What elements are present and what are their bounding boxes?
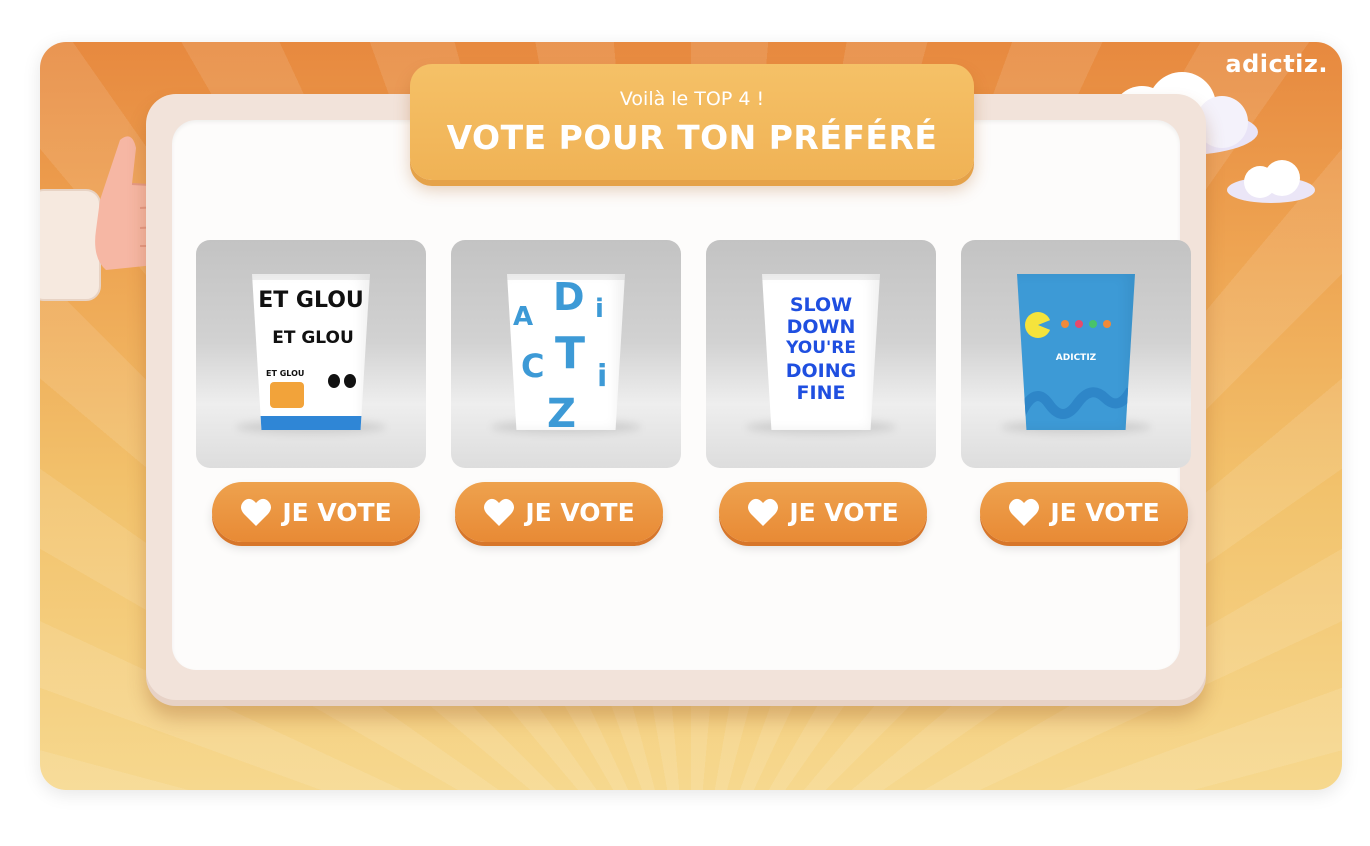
candidate-card-1[interactable]: ET GLOU ET GLOU ET GLOU (196, 240, 426, 468)
candidate-card-4[interactable]: ADICTIZ (961, 240, 1191, 468)
cup-text: ET GLOU (272, 328, 354, 348)
cup-text: ADICTIZ (1055, 353, 1097, 363)
vote-button-label: JE VOTE (282, 497, 392, 527)
cup-text: DOWN (786, 316, 856, 338)
cup-text: D (553, 275, 585, 319)
vote-button-4[interactable]: JE VOTE (980, 482, 1188, 542)
vote-button-1[interactable]: JE VOTE (212, 482, 420, 542)
cloud-icon (1227, 160, 1315, 203)
cup-text: i (597, 359, 608, 394)
vote-button-label: JE VOTE (789, 497, 899, 527)
heart-icon (748, 498, 779, 526)
cup-text: T (555, 328, 586, 379)
heart-icon (241, 498, 272, 526)
cup-text: SLOW (789, 294, 853, 316)
vote-button-2[interactable]: JE VOTE (455, 482, 663, 542)
candidate-card-2[interactable]: A D i C T i Z (451, 240, 681, 468)
cup-image: SLOW DOWN YOU'RE DOING FINE (762, 274, 880, 430)
cup-text: YOU'RE (786, 338, 856, 358)
cup-image: A D i C T i Z (507, 274, 625, 430)
header-banner: Voilà le TOP 4 ! VOTE POUR TON PRÉFÉRÉ (410, 64, 974, 180)
header-title: VOTE POUR TON PRÉFÉRÉ (446, 118, 938, 157)
cup-text: Z (547, 391, 577, 437)
heart-icon (1009, 498, 1040, 526)
vote-button-label: JE VOTE (1050, 497, 1160, 527)
cup-image: ADICTIZ (1017, 274, 1135, 430)
vote-button-3[interactable]: JE VOTE (719, 482, 927, 542)
cup-text: i (595, 294, 604, 324)
candidate-card-3[interactable]: SLOW DOWN YOU'RE DOING FINE (706, 240, 936, 468)
vote-button-label: JE VOTE (525, 497, 635, 527)
cup-text: ET GLOU (258, 288, 364, 313)
cup-text: C (521, 347, 545, 385)
cup-image: ET GLOU ET GLOU ET GLOU (252, 274, 370, 430)
cup-text: A (513, 302, 534, 332)
heart-icon (484, 498, 515, 526)
candidates-grid: ET GLOU ET GLOU ET GLOU A D i C T i Z SL… (196, 240, 1196, 542)
header-subtitle: Voilà le TOP 4 ! (619, 88, 765, 110)
cup-text: FINE (796, 382, 846, 404)
cup-text: DOING (785, 360, 857, 382)
game-stage: adictiz. Voilà le TOP 4 ! VOTE POUR TON … (40, 42, 1342, 790)
cup-text: ET GLOU (266, 369, 305, 378)
